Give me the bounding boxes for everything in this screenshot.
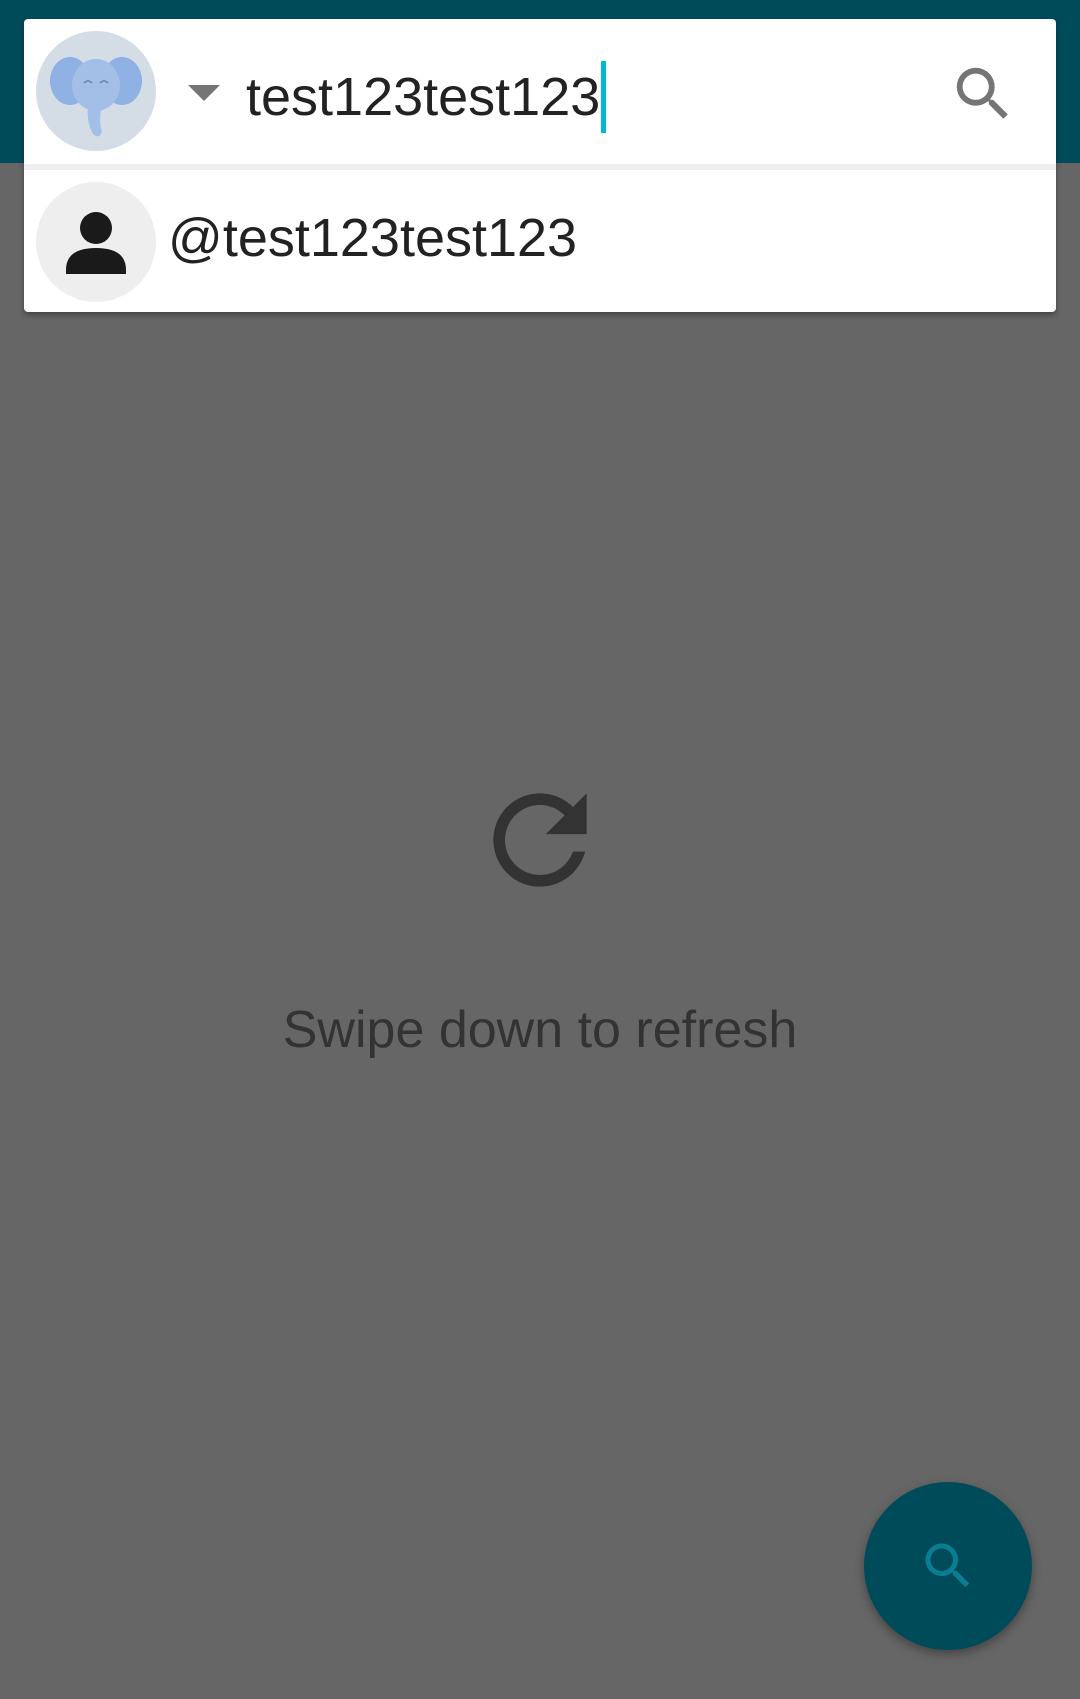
person-icon [66, 212, 126, 274]
search-card: test123test123 @test123test123 [24, 19, 1056, 312]
search-bar: test123test123 [24, 19, 1056, 164]
account-avatar[interactable] [36, 31, 156, 151]
search-input[interactable]: test123test123 [238, 57, 866, 137]
search-icon [925, 1543, 970, 1588]
screen: test123test123 @test123test123 Swipe dow [0, 0, 1080, 1699]
suggestion-item[interactable]: @test123test123 [24, 170, 1056, 312]
elephant-mascot-icon [50, 57, 142, 137]
empty-state: Swipe down to refresh [0, 770, 1080, 1059]
search-query-text: test123test123 [246, 67, 601, 127]
search-icon [956, 67, 1008, 119]
search-submit-button[interactable] [948, 59, 1018, 129]
avatar [36, 182, 156, 302]
suggestion-label: @test123test123 [168, 208, 578, 268]
arrow-drop-down-icon[interactable] [188, 85, 220, 101]
text-cursor [601, 61, 607, 133]
refresh-icon [493, 793, 587, 887]
empty-state-message: Swipe down to refresh [282, 1001, 798, 1059]
search-fab-button[interactable] [864, 1482, 1032, 1650]
